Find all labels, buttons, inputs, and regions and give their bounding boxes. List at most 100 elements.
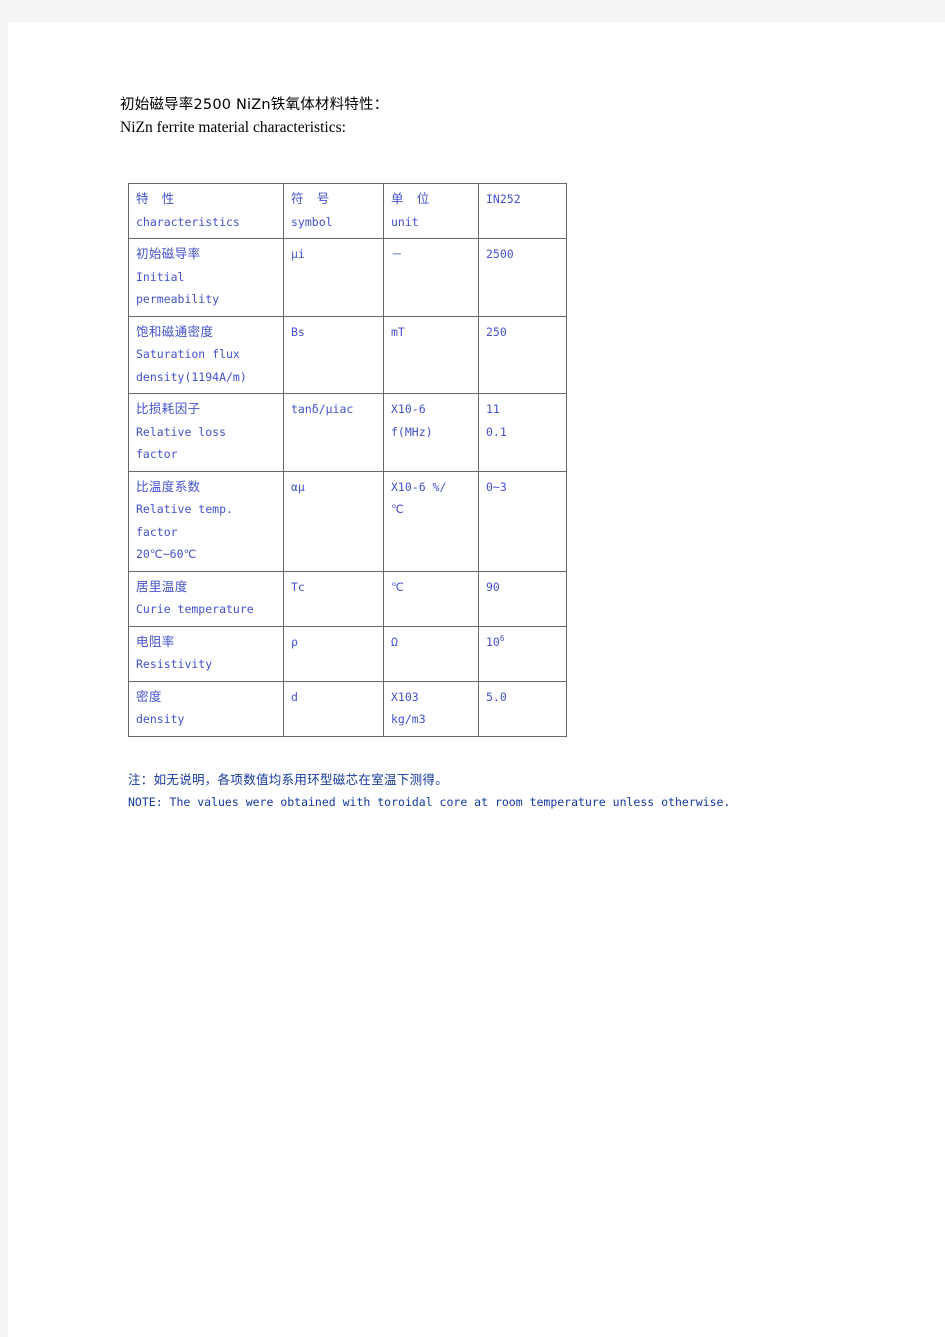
table-row: 密度 density d X103 kg/m3 5.0 [128,680,567,737]
table-row: 居里温度 Curie temperature Tc ℃ 90 [128,570,567,627]
cell-symbol: d [283,680,384,737]
specification-table: 特 性 characteristics 符 号 symbol 单 位 unit [128,183,567,737]
cell-value: 5.0 [478,680,567,737]
header-unit-cn: 单 位 [391,191,430,206]
unit-line: Ω [391,634,398,649]
characteristic-en-line: factor [136,524,178,539]
symbol-line: ρ [291,634,298,649]
cell-unit: Ω [383,625,479,682]
value-exponent: 6 [499,633,505,643]
characteristic-range-line: 20℃~60℃ [136,547,197,561]
characteristic-cn: 比温度系数 [136,478,201,494]
note-english: NOTE: The values were obtained with toro… [128,794,731,809]
unit-line: mT [391,324,405,339]
table-row: 比损耗因子 Relative loss factor tanδ/μiac X10… [128,393,567,472]
characteristic-cn: 居里温度 [136,578,188,594]
characteristic-en-line: permeability [136,292,220,306]
characteristic-en-line: density(1194A/m) [136,369,247,384]
value-line: 2500 [486,247,514,261]
cell-value: 106 [478,625,567,682]
cell-characteristic: 居里温度 Curie temperature [128,570,284,627]
header-symbol-cn: 符 号 [291,191,330,206]
table-row: 初始磁导率 Initial permeability μi － 2500 [128,238,567,317]
header-characteristics-en: characteristics [136,214,240,229]
value-line: 90 [486,579,500,594]
unit-line: f(MHz) [391,424,433,439]
characteristic-en-line: Resistivity [136,657,213,671]
cell-symbol: αμ [283,470,384,572]
characteristic-cn: 饱和磁通密度 [136,323,214,339]
symbol-line: d [291,689,298,704]
value-base: 10 [486,634,500,649]
value-line: 11 [486,402,500,416]
table-row: 电阻率 Resistivity ρ Ω 106 [128,625,567,682]
characteristic-en-line: density [136,712,185,726]
cell-symbol: tanδ/μiac [283,393,384,472]
note-chinese: 注：如无说明，各项数值均系用环型磁芯在室温下测得。 [128,771,449,787]
cell-unit: X10-6 %/ ℃ [383,470,479,572]
header-cell-symbol: 符 号 symbol [283,183,384,239]
header-characteristics-cn: 特 性 [136,191,175,206]
characteristic-cn: 密度 [136,688,162,704]
cell-characteristic: 饱和磁通密度 Saturation flux density(1194A/m) [128,315,284,394]
header-symbol-en: symbol [291,214,333,229]
header-cell-grade: IN252 [478,183,567,239]
characteristic-en-line: Relative temp. [136,502,233,516]
cell-value: 11 0.1 [478,393,567,472]
cell-unit: － [383,238,479,317]
value-line: 0.1 [486,424,507,439]
cell-value: 0~3 [478,470,567,572]
symbol-line: μi [291,247,305,261]
characteristic-cn: 初始磁导率 [136,246,201,261]
characteristic-en-line: Initial [136,269,185,284]
cell-characteristic: 比损耗因子 Relative loss factor [128,393,284,472]
cell-symbol: Bs [283,315,384,394]
cell-symbol: Tc [283,570,384,627]
value-line-with-exponent: 106 [486,631,566,654]
table-row: 比温度系数 Relative temp. factor 20℃~60℃ αμ X… [128,470,567,572]
document-page: 初始磁导率2500 NiZn铁氧体材料特性： NiZn ferrite mate… [8,22,945,1337]
symbol-line: Tc [291,579,305,594]
unit-line: ℃ [391,502,404,516]
characteristic-en-line: Relative loss [136,424,227,439]
unit-line: X103 [391,689,419,704]
cell-symbol: μi [283,238,384,317]
cell-unit: X103 kg/m3 [383,680,479,737]
cell-value: 250 [478,315,567,394]
header-cell-characteristics: 特 性 characteristics [128,183,284,239]
page-title-chinese: 初始磁导率2500 NiZn铁氧体材料特性： [120,97,389,113]
symbol-line: tanδ/μiac [291,402,354,416]
cell-characteristic: 密度 density [128,680,284,737]
cell-symbol: ρ [283,625,384,682]
header-cell-unit: 单 位 unit [383,183,479,239]
page-title-english: NiZn ferrite material characteristics: [120,119,346,136]
header-unit-en: unit [391,214,419,229]
cell-value: 2500 [478,238,567,317]
symbol-line: αμ [291,479,305,494]
cell-unit: X10-6 f(MHz) [383,393,479,472]
characteristic-en-line: Saturation flux [136,347,240,361]
header-grade-label: IN252 [486,192,521,206]
table-row: 饱和磁通密度 Saturation flux density(1194A/m) … [128,315,567,394]
table-body: 特 性 characteristics 符 号 symbol 单 位 unit [128,183,567,737]
symbol-line: Bs [291,324,305,339]
unit-line: ℃ [391,579,404,594]
unit-line: X10-6 %/ [391,479,447,494]
cell-unit: ℃ [383,570,479,627]
unit-line: X10-6 [391,402,426,416]
unit-line: － [391,247,403,261]
characteristic-cn: 比损耗因子 [136,401,201,416]
characteristic-en-line: Curie temperature [136,602,254,616]
cell-value: 90 [478,570,567,627]
value-line: 5.0 [486,689,507,704]
unit-line: kg/m3 [391,712,426,726]
cell-characteristic: 初始磁导率 Initial permeability [128,238,284,317]
value-line: 0~3 [486,479,507,494]
specification-table-wrapper: 特 性 characteristics 符 号 symbol 单 位 unit [128,183,880,737]
document-content: 初始磁导率2500 NiZn铁氧体材料特性： NiZn ferrite mate… [120,95,880,813]
characteristic-en-line: factor [136,447,178,461]
cell-characteristic: 电阻率 Resistivity [128,625,284,682]
cell-unit: mT [383,315,479,394]
value-line: 250 [486,324,507,339]
characteristic-cn: 电阻率 [136,633,175,649]
